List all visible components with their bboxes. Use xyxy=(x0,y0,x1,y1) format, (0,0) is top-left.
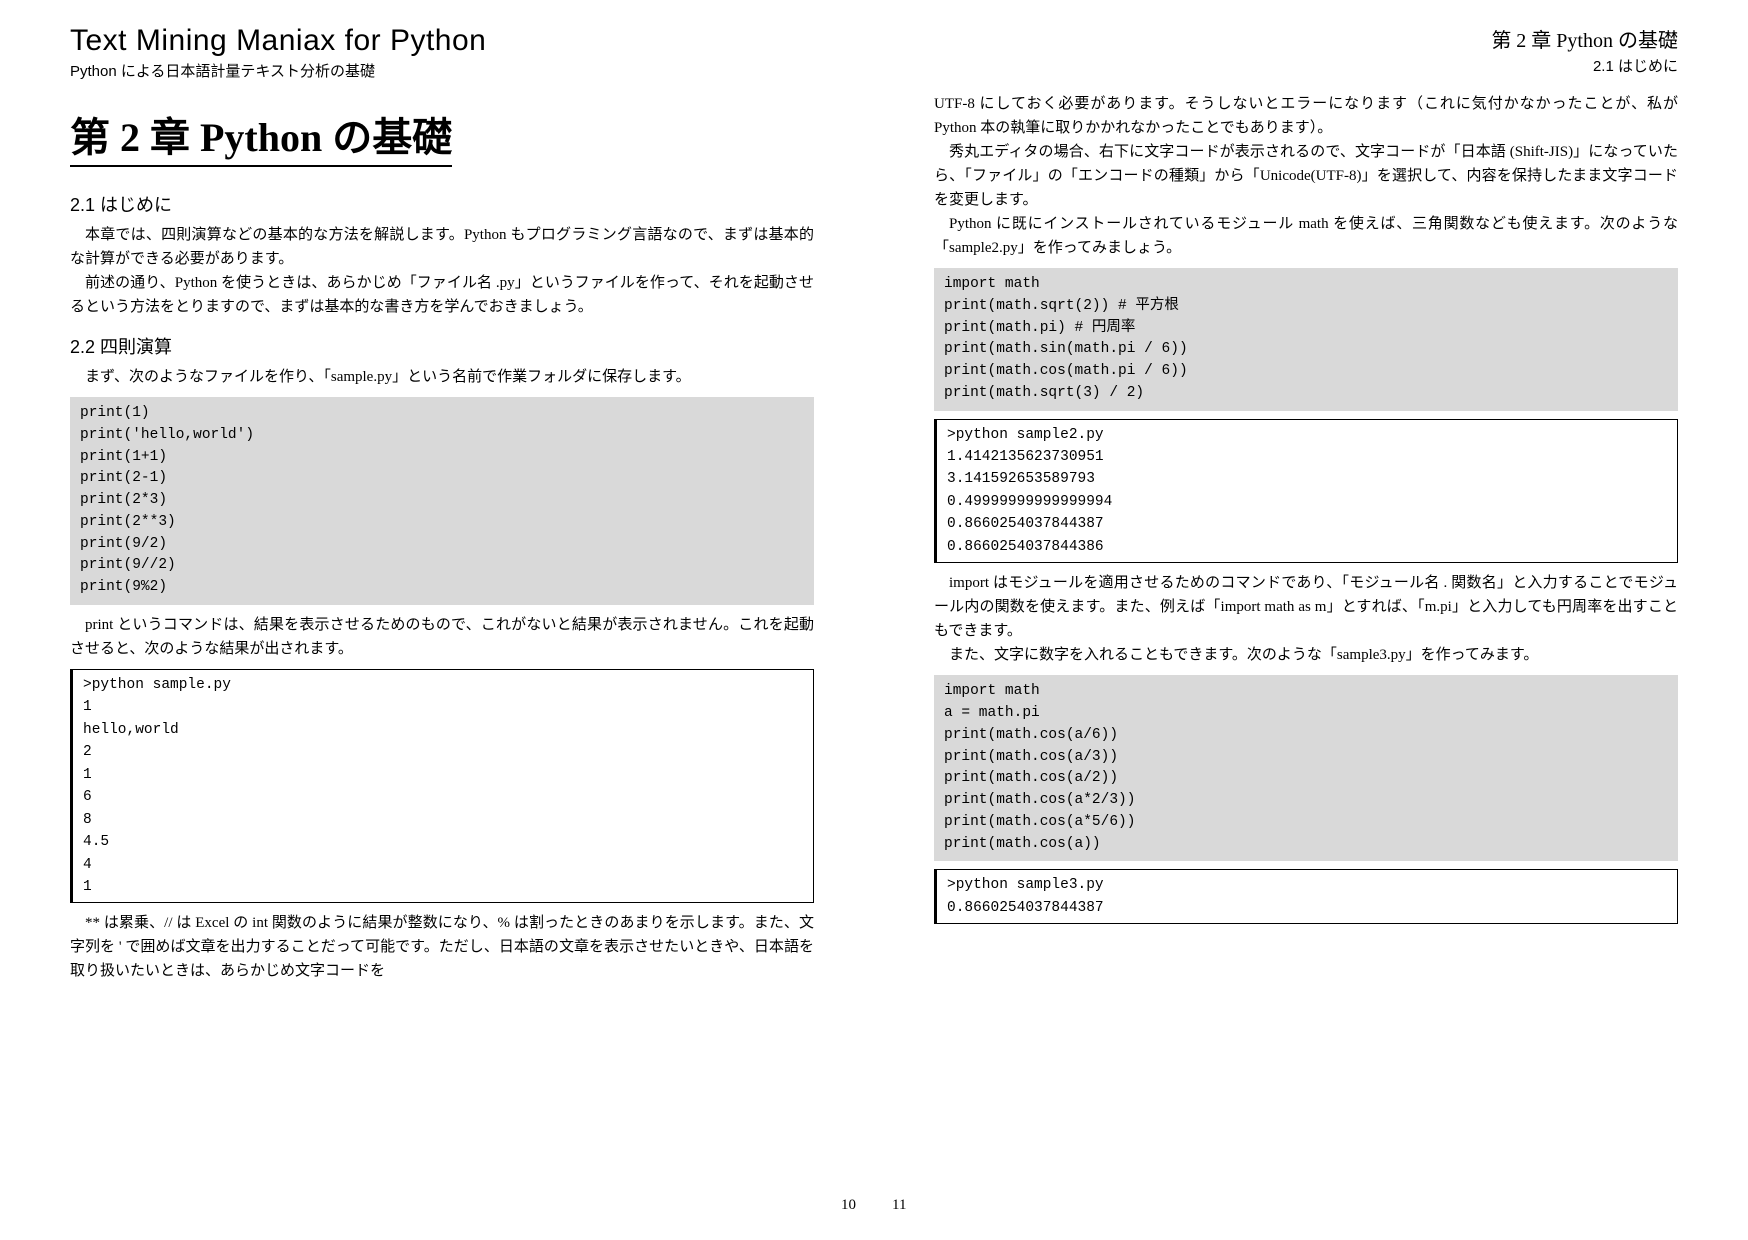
right-para-5: また、文字に数字を入れることもできます。次のような「sample3.py」を作っ… xyxy=(934,643,1678,667)
section-2-1-para-2: 前述の通り、Python を使うときは、あらかじめ「ファイル名 .py」というフ… xyxy=(70,271,814,319)
right-header: 第 2 章 Python の基礎 2.1 はじめに xyxy=(934,24,1678,76)
section-2-1-title: 2.1 はじめに xyxy=(70,191,814,217)
header-section: 2.1 はじめに xyxy=(934,55,1678,76)
chapter-title: 第 2 章 Python の基礎 xyxy=(70,105,452,167)
code-sample2-py: import math print(math.sqrt(2)) # 平方根 pr… xyxy=(934,268,1678,411)
code-sample3-py: import math a = math.pi print(math.cos(a… xyxy=(934,675,1678,861)
section-2-2-para-1: まず、次のようなファイルを作り、「sample.py」という名前で作業フォルダに… xyxy=(70,365,814,389)
left-page: Text Mining Maniax for Python Python による… xyxy=(0,0,874,1240)
page-number-right: 11 xyxy=(892,1197,906,1214)
output-sample3-py: >python sample3.py 0.8660254037844387 xyxy=(934,869,1678,924)
right-para-3: Python に既にインストールされているモジュール math を使えば、三角関… xyxy=(934,212,1678,260)
page-spread: Text Mining Maniax for Python Python による… xyxy=(0,0,1748,1240)
section-2-2-title: 2.2 四則演算 xyxy=(70,333,814,359)
section-2-2-para-2: print というコマンドは、結果を表示させるためのもので、これがないと結果が表… xyxy=(70,613,814,661)
header-chapter: 第 2 章 Python の基礎 xyxy=(934,24,1678,53)
book-subtitle: Python による日本語計量テキスト分析の基礎 xyxy=(70,60,814,81)
section-2-2-para-3: ** は累乗、// は Excel の int 関数のように結果が整数になり、%… xyxy=(70,911,814,983)
book-title: Text Mining Maniax for Python xyxy=(70,24,814,58)
output-sample2-py: >python sample2.py 1.4142135623730951 3.… xyxy=(934,419,1678,564)
right-page: 第 2 章 Python の基礎 2.1 はじめに UTF-8 にしておく必要が… xyxy=(874,0,1748,1240)
right-para-2: 秀丸エディタの場合、右下に文字コードが表示されるので、文字コードが「日本語 (S… xyxy=(934,140,1678,212)
right-para-1: UTF-8 にしておく必要があります。そうしないとエラーになります（これに気付か… xyxy=(934,92,1678,140)
output-sample-py: >python sample.py 1 hello,world 2 1 6 8 … xyxy=(70,669,814,904)
code-sample-py: print(1) print('hello,world') print(1+1)… xyxy=(70,397,814,605)
page-number-left: 10 xyxy=(841,1197,856,1214)
right-para-4: import はモジュールを適用させるためのコマンドであり、「モジュール名 . … xyxy=(934,571,1678,643)
section-2-1-para-1: 本章では、四則演算などの基本的な方法を解説します。Python もプログラミング… xyxy=(70,223,814,271)
